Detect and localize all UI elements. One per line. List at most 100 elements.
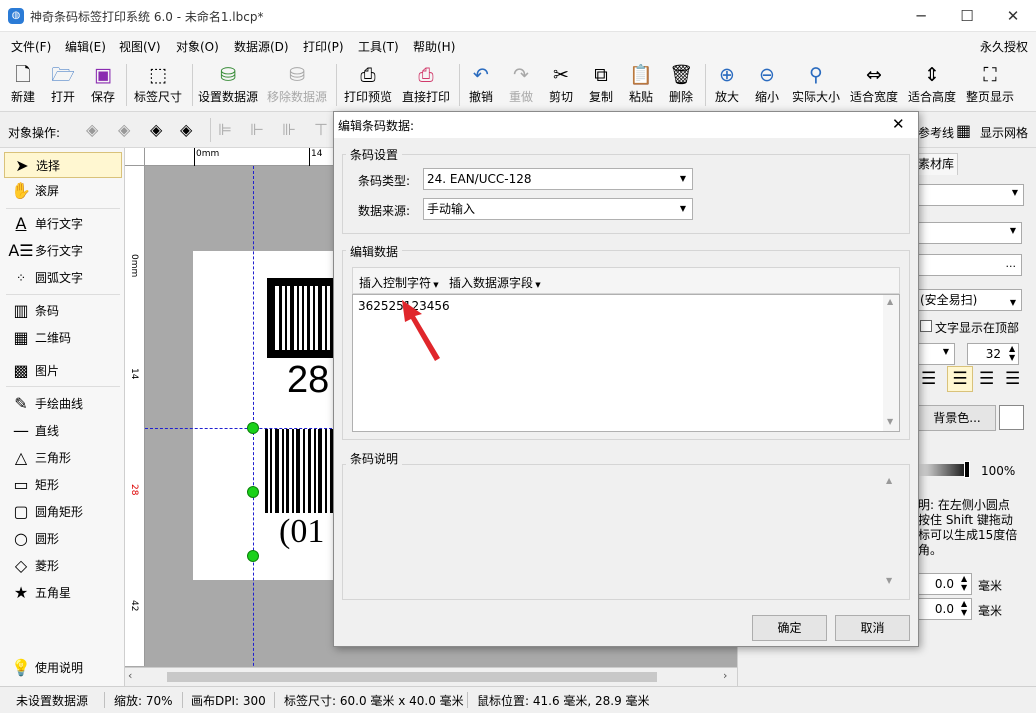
- tool-circle[interactable]: ○ 圆形: [4, 526, 122, 552]
- scroll-right-icon[interactable]: ›: [723, 669, 727, 682]
- save-button[interactable]: ▣ 保存: [84, 60, 122, 110]
- menu-edit[interactable]: 编辑(E): [65, 38, 106, 55]
- align-center-text-icon[interactable]: ☰: [947, 366, 973, 392]
- align-top-icon[interactable]: ⊤: [314, 120, 328, 139]
- ok-button[interactable]: 确定: [752, 615, 827, 641]
- actual-size-button[interactable]: ⚲ 实际大小: [789, 60, 843, 110]
- tool-arc-text[interactable]: ⁘ 圆弧文字: [4, 265, 122, 291]
- align-right-text-icon[interactable]: ☰: [979, 369, 994, 389]
- tool-line[interactable]: — 直线: [4, 418, 122, 444]
- direct-print-button[interactable]: ⎙ 直接打印: [399, 60, 453, 110]
- label-paper[interactable]: 28 (01: [193, 251, 338, 580]
- redo-button[interactable]: ↷ 重做: [503, 60, 539, 110]
- cut-button[interactable]: ✂ 剪切: [543, 60, 579, 110]
- open-button[interactable]: 🗁 打开: [44, 60, 82, 110]
- paste-button[interactable]: 📋 粘贴: [623, 60, 659, 110]
- menu-help[interactable]: 帮助(H): [413, 38, 455, 55]
- stepper-arrows-icon[interactable]: ▲ ▼: [1009, 344, 1015, 362]
- scroll-up-icon[interactable]: ▲: [887, 297, 893, 306]
- property-browse-field[interactable]: ...: [918, 254, 1022, 276]
- stepper-arrows-icon[interactable]: ▲ ▼: [961, 599, 967, 617]
- font-dropdown[interactable]: ▼: [918, 343, 955, 365]
- tool-scroll[interactable]: ✋ 滚屏: [4, 178, 122, 204]
- resize-handle-bottom-left[interactable]: [247, 550, 259, 562]
- tool-single-line-text[interactable]: A 单行文字: [4, 211, 122, 237]
- label-size-button[interactable]: ⬚ 标签尺寸: [130, 60, 186, 110]
- fit-height-button[interactable]: ⇕ 适合高度: [905, 60, 959, 110]
- cancel-button[interactable]: 取消: [835, 615, 910, 641]
- show-grid-toggle[interactable]: 显示网格: [980, 124, 1028, 141]
- minimize-button[interactable]: ─: [898, 0, 944, 32]
- tool-image[interactable]: ▩ 图片: [4, 358, 122, 384]
- justify-text-icon[interactable]: ☰: [1005, 369, 1020, 389]
- material-library-tab[interactable]: 素材库: [914, 153, 958, 175]
- align-center-icon[interactable]: ⊩: [250, 120, 264, 139]
- menu-view[interactable]: 视图(V): [119, 38, 161, 55]
- scroll-up-icon[interactable]: ▲: [886, 476, 892, 485]
- menu-object[interactable]: 对象(O): [176, 38, 219, 55]
- horizontal-guide-line[interactable]: [145, 428, 337, 429]
- set-datasource-button[interactable]: ⛁ 设置数据源: [196, 60, 260, 110]
- tool-rectangle[interactable]: ▭ 矩形: [4, 472, 122, 498]
- barcode-1[interactable]: [267, 278, 338, 358]
- barcode-type-hint-dropdown[interactable]: (安全易扫) ▼: [918, 289, 1022, 311]
- scrollbar-thumb[interactable]: [167, 672, 657, 682]
- insert-control-char-menu[interactable]: 插入控制字符 ▼: [359, 274, 439, 291]
- scroll-left-icon[interactable]: ‹: [128, 669, 132, 682]
- send-to-back-icon[interactable]: ◈: [180, 120, 192, 139]
- close-button[interactable]: ✕: [990, 0, 1036, 32]
- tool-freehand[interactable]: ✎ 手绘曲线: [4, 391, 122, 417]
- tool-qrcode[interactable]: ▦ 二维码: [4, 325, 122, 351]
- horizontal-scrollbar[interactable]: ‹ ›: [125, 667, 737, 686]
- maximize-button[interactable]: ☐: [944, 0, 990, 32]
- tool-star[interactable]: ★ 五角星: [4, 580, 122, 606]
- fit-width-button[interactable]: ⇔ 适合宽度: [847, 60, 901, 110]
- color-swatch[interactable]: [999, 405, 1024, 430]
- reference-line-toggle[interactable]: 参考线: [918, 124, 954, 141]
- textarea-scrollbar[interactable]: ▲ ▼: [883, 295, 899, 431]
- full-page-button[interactable]: ⛶ 整页显示: [963, 60, 1017, 110]
- barcode-2[interactable]: [265, 429, 338, 513]
- zoom-in-button[interactable]: ⊕ 放大: [709, 60, 745, 110]
- align-right-icon[interactable]: ⊪: [282, 120, 296, 139]
- menu-print[interactable]: 打印(P): [303, 38, 344, 55]
- resize-handle-top-left[interactable]: [247, 422, 259, 434]
- menu-tools[interactable]: 工具(T): [358, 38, 399, 55]
- resize-handle-middle-left[interactable]: [247, 486, 259, 498]
- copy-button[interactable]: ⧉ 复制: [583, 60, 619, 110]
- property-dropdown-2[interactable]: ▼: [918, 222, 1022, 244]
- menu-datasource[interactable]: 数据源(D): [234, 38, 289, 55]
- help-guide-button[interactable]: 💡 使用说明: [4, 655, 122, 681]
- stepper-arrows-icon[interactable]: ▲ ▼: [961, 574, 967, 592]
- tool-multi-line-text[interactable]: A☰ 多行文字: [4, 238, 122, 264]
- menu-file[interactable]: 文件(F): [11, 38, 51, 55]
- background-color-button[interactable]: 背景色...: [918, 405, 996, 431]
- tool-diamond[interactable]: ◇ 菱形: [4, 553, 122, 579]
- scroll-down-icon[interactable]: ▼: [886, 576, 892, 585]
- new-button[interactable]: 🗋 新建: [4, 60, 42, 110]
- scroll-down-icon[interactable]: ▼: [887, 417, 893, 426]
- opacity-slider-track[interactable]: [918, 464, 968, 476]
- tool-rounded-rectangle[interactable]: ▢ 圆角矩形: [4, 499, 122, 525]
- property-dropdown-1[interactable]: ▼: [918, 184, 1024, 206]
- remove-datasource-button[interactable]: ⛁ 移除数据源: [264, 60, 330, 110]
- align-left-text-icon[interactable]: ☰: [921, 369, 936, 389]
- insert-datasource-field-menu[interactable]: 插入数据源字段 ▼: [449, 274, 541, 291]
- bring-forward-icon[interactable]: ◈: [86, 120, 98, 139]
- text-on-top-checkbox[interactable]: [920, 320, 932, 332]
- send-backward-icon[interactable]: ◈: [118, 120, 130, 139]
- tool-select[interactable]: ➤ 选择: [4, 152, 122, 178]
- print-preview-button[interactable]: ⎙ 打印预览: [341, 60, 395, 110]
- data-source-select[interactable]: 手动输入 ▼: [423, 198, 693, 220]
- dialog-close-button[interactable]: ✕: [892, 115, 905, 133]
- barcode-type-select[interactable]: 24. EAN/UCC-128 ▼: [423, 168, 693, 190]
- bring-to-front-icon[interactable]: ◈: [150, 120, 162, 139]
- delete-button[interactable]: 🗑 删除: [663, 60, 699, 110]
- zoom-out-button[interactable]: ⊖ 缩小: [749, 60, 785, 110]
- tool-triangle[interactable]: △ 三角形: [4, 445, 122, 471]
- description-scrollbar[interactable]: ▲ ▼: [882, 472, 898, 592]
- undo-button[interactable]: ↶ 撤销: [463, 60, 499, 110]
- opacity-slider-thumb[interactable]: [964, 461, 970, 478]
- tool-barcode[interactable]: ▥ 条码: [4, 298, 122, 324]
- align-left-icon[interactable]: ⊫: [218, 120, 232, 139]
